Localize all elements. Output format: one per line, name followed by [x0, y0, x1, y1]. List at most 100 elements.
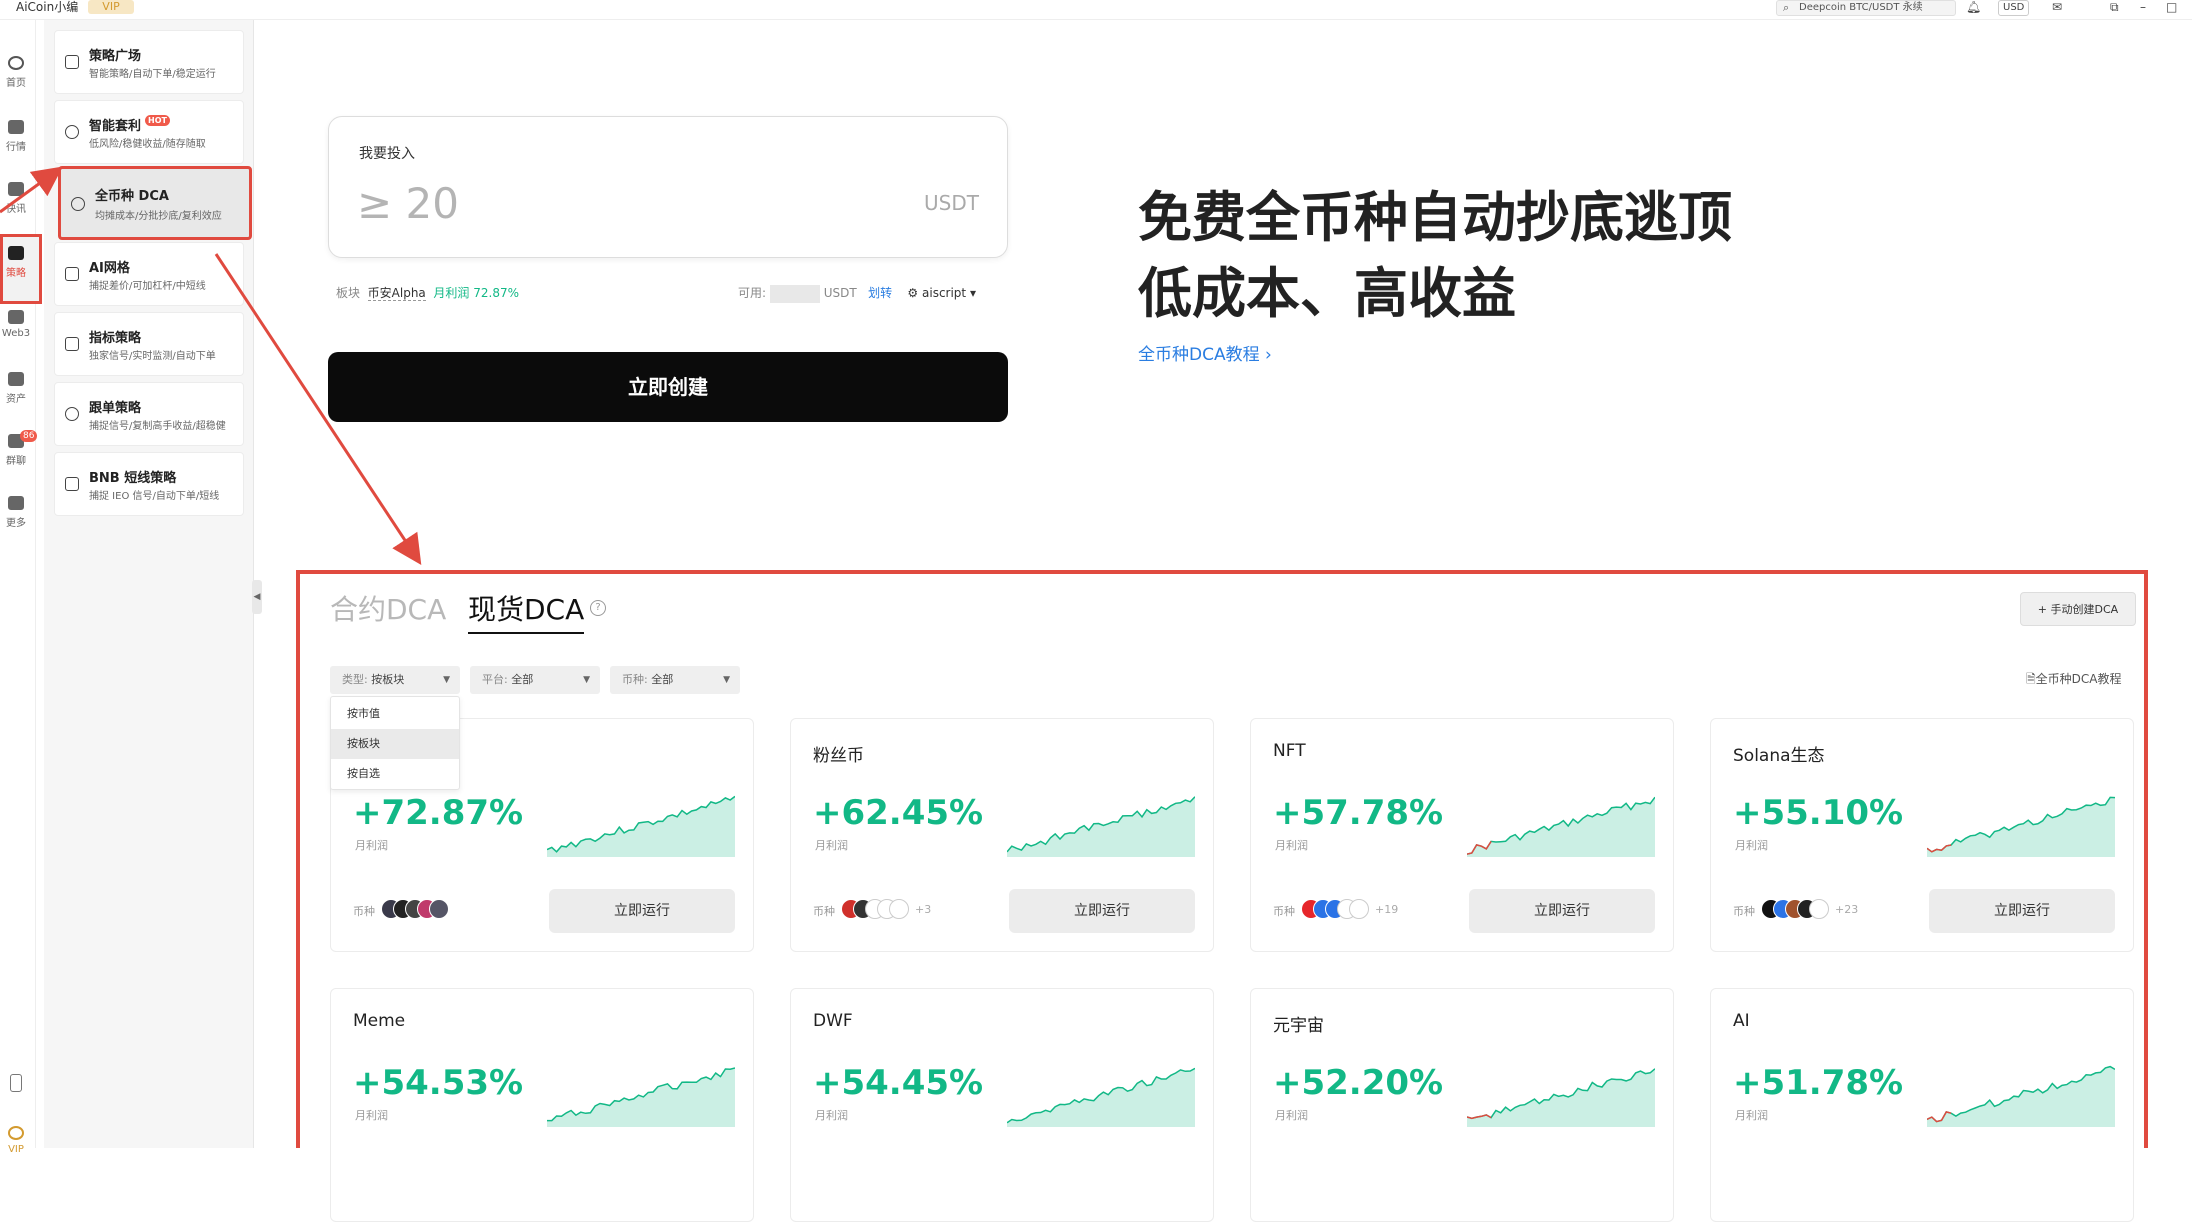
run-now-button[interactable]: 立即运行 — [1929, 889, 2115, 933]
rail-mobile[interactable] — [0, 1056, 32, 1112]
card-sector-name: NFT — [1273, 741, 1306, 761]
sparkline-area — [1007, 1068, 1195, 1127]
create-now-button[interactable]: 立即创建 — [328, 352, 1008, 422]
coin-icon — [889, 899, 909, 919]
card-more-coins: +23 — [1835, 903, 1859, 916]
copy-icon — [65, 407, 79, 421]
collapse-sidebar-handle[interactable]: ◀ — [252, 580, 262, 614]
bell-icon[interactable]: 🔔︎ — [1966, 0, 1981, 14]
sector-value[interactable]: 币安Alpha — [367, 286, 426, 301]
rail-strategy[interactable]: 策略 — [0, 228, 32, 284]
dropdown-option-market-cap[interactable]: 按市值 — [331, 699, 459, 729]
minimize-icon[interactable]: – — [2140, 0, 2146, 14]
currency-select[interactable]: USD — [1998, 0, 2030, 16]
platform-filter[interactable]: 平台: 全部 ▼ — [470, 666, 600, 694]
phone-icon — [10, 1074, 22, 1092]
card-sector-name: Solana生态 — [1733, 746, 1825, 766]
web3-icon — [8, 310, 24, 324]
help-icon[interactable]: ? — [590, 600, 606, 616]
rail-market[interactable]: 行情 — [0, 102, 32, 158]
dca-card[interactable]: AI +51.78% 月利润 — [1710, 988, 2134, 1222]
available-amount-blurred — [769, 284, 820, 303]
sidebar-item-all-coin-dca[interactable]: 全币种 DCA 均摊成本/分批抄底/复利效应 — [58, 166, 252, 240]
dca-tutorial-link[interactable]: 全币种DCA教程 › — [1138, 340, 1272, 365]
card-sector-name: AI — [1733, 1011, 1750, 1031]
card-profit-label: 月利润 — [355, 1109, 388, 1122]
indicator-icon — [65, 337, 79, 351]
run-now-button[interactable]: 立即运行 — [1009, 889, 1195, 933]
dca-card[interactable]: 粉丝币 +62.45% 月利润 币种 +3 立即运行 — [790, 718, 1214, 952]
transfer-link[interactable]: 划转 — [868, 286, 892, 300]
dollar-icon — [71, 197, 85, 211]
tab-contract-dca[interactable]: 合约DCA — [330, 588, 446, 628]
dca-card[interactable]: Solana生态 +55.10% 月利润 币种 +23 立即运行 — [1710, 718, 2134, 952]
run-now-button[interactable]: 立即运行 — [549, 889, 735, 933]
sparkline-area — [1927, 797, 2115, 857]
mail-icon[interactable]: ✉ — [2052, 0, 2062, 14]
strategy-sidebar: 策略广场 智能策略/自动下单/稳定运行 智能套利 HOT 低风险/稳健收益/随存随… — [44, 20, 254, 1148]
sidebar-item-bnb-short[interactable]: BNB 短线策略 捕捉 IEO 信号/自动下单/短线 — [54, 452, 244, 516]
caret-down-icon: ▼ — [443, 675, 450, 685]
sidebar-item-ai-grid[interactable]: AI网格 捕捉差价/可加杠杆/中短线 — [54, 242, 244, 306]
rail-web3[interactable]: Web3 — [0, 292, 32, 348]
invest-amount-input[interactable]: ≥ 20 — [357, 179, 459, 228]
card-profit-label: 月利润 — [355, 839, 388, 852]
card-monthly-profit: +72.87% — [353, 793, 524, 833]
global-search[interactable]: ⌕ Deepcoin BTC/USDT 永续 — [1776, 0, 1956, 16]
rail-vip[interactable]: VIP — [0, 1108, 32, 1164]
coin-filter[interactable]: 币种: 全部 ▼ — [610, 666, 740, 694]
sparkline-area — [547, 796, 735, 857]
window-icon[interactable]: ⧉ — [2110, 0, 2119, 14]
manual-create-dca-button[interactable]: + 手动创建DCA — [2020, 592, 2136, 626]
diamond-icon — [8, 1126, 24, 1140]
profit-sparkline — [1467, 796, 1655, 857]
news-icon — [8, 182, 24, 196]
profit-sparkline — [547, 1067, 735, 1127]
title-bar: AiCoin小编 VIP ⌕ Deepcoin BTC/USDT 永续 🔔︎ U… — [0, 0, 2192, 20]
dca-card[interactable]: 元宇宙 +52.20% 月利润 — [1250, 988, 1674, 1222]
sidebar-item-copy-trade[interactable]: 跟单策略 捕捉信号/复制高手收益/超稳健 — [54, 382, 244, 446]
invest-unit: USDT — [924, 191, 979, 215]
invest-amount-card[interactable]: 我要投入 ≥ 20 USDT — [328, 116, 1008, 258]
hero-headline: 免费全币种自动抄底逃顶 低成本、高收益 — [1138, 186, 1732, 325]
card-monthly-profit: +57.78% — [1273, 793, 1444, 833]
card-sector-name: 元宇宙 — [1273, 1016, 1324, 1036]
card-monthly-profit: +54.53% — [353, 1063, 524, 1103]
profit-sparkline — [1927, 1065, 2115, 1127]
rail-chat[interactable]: 群聊 — [0, 416, 32, 472]
sidebar-item-indicator[interactable]: 指标策略 独家信号/实时监测/自动下单 — [54, 312, 244, 376]
dca-card[interactable]: Meme +54.53% 月利润 — [330, 988, 754, 1222]
doc-icon: 🗎 — [2026, 672, 2036, 686]
rail-news[interactable]: 快讯 — [0, 164, 32, 220]
search-text: Deepcoin BTC/USDT 永续 — [1799, 2, 1923, 13]
run-now-button[interactable]: 立即运行 — [1469, 889, 1655, 933]
coin-icon — [429, 899, 449, 919]
caret-down-icon: ▼ — [583, 675, 590, 685]
dca-card[interactable]: NFT +57.78% 月利润 币种 +19 立即运行 — [1250, 718, 1674, 952]
card-monthly-profit: +54.45% — [813, 1063, 984, 1103]
sidebar-item-strategy-plaza[interactable]: 策略广场 智能策略/自动下单/稳定运行 — [54, 30, 244, 94]
profit-sparkline — [1467, 1068, 1655, 1127]
card-coin-label: 币种 — [1273, 905, 1295, 918]
home-icon — [8, 56, 24, 70]
card-sector-name: 粉丝币 — [813, 746, 864, 766]
dropdown-option-sector[interactable]: 按板块 — [331, 729, 459, 759]
dca-tutorial-doc-link[interactable]: 🗎全币种DCA教程 — [2026, 670, 2122, 691]
vip-badge[interactable]: VIP — [88, 0, 134, 14]
profit-sparkline — [547, 795, 735, 857]
dca-card[interactable]: DWF +54.45% 月利润 — [790, 988, 1214, 1222]
maximize-icon[interactable]: □ — [2166, 0, 2177, 14]
tab-spot-dca[interactable]: 现货DCA — [468, 588, 585, 634]
account-select[interactable]: ⚙ aiscript ▾ — [907, 286, 976, 300]
card-sector-name: Meme — [353, 1011, 406, 1031]
profit-sparkline — [1007, 1067, 1195, 1127]
rail-home[interactable]: 首页 — [0, 38, 32, 94]
rail-more[interactable]: 更多 — [0, 478, 32, 534]
sidebar-item-smart-arbitrage[interactable]: 智能套利 HOT 低风险/稳健收益/随存随取 — [54, 100, 244, 164]
rail-assets[interactable]: 资产 — [0, 354, 32, 410]
card-profit-label: 月利润 — [1275, 839, 1308, 852]
type-filter[interactable]: 类型: 按板块 ▼ — [330, 666, 460, 694]
type-dropdown-menu: 按市值 按板块 按自选 — [330, 696, 460, 790]
dropdown-option-watchlist[interactable]: 按自选 — [331, 759, 459, 789]
card-profit-label: 月利润 — [1735, 839, 1768, 852]
